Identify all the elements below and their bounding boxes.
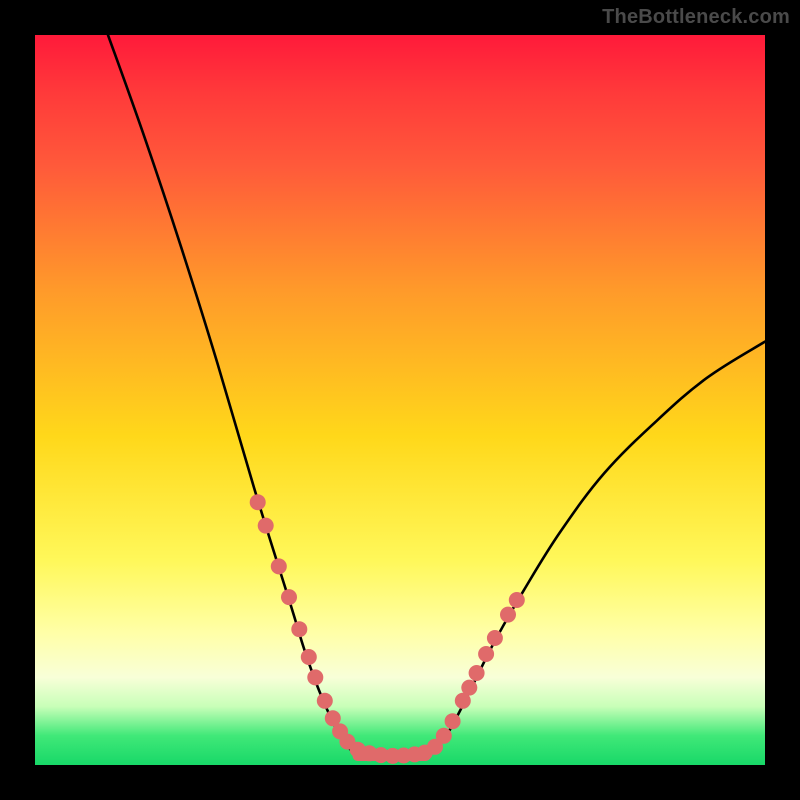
data-marker <box>317 693 333 709</box>
plot-area <box>35 35 765 765</box>
data-marker <box>509 592 525 608</box>
data-marker <box>500 607 516 623</box>
data-marker <box>258 518 274 534</box>
data-marker <box>461 680 477 696</box>
marker-group <box>250 494 525 764</box>
data-marker <box>436 728 452 744</box>
data-marker <box>271 558 287 574</box>
bottleneck-curve <box>108 35 765 757</box>
data-marker <box>281 589 297 605</box>
valley-bar <box>353 750 431 761</box>
chart-frame: TheBottleneck.com <box>0 0 800 800</box>
watermark-text: TheBottleneck.com <box>602 6 790 29</box>
data-marker <box>478 646 494 662</box>
data-marker <box>301 649 317 665</box>
curve-layer <box>35 35 765 765</box>
data-marker <box>291 621 307 637</box>
data-marker <box>307 669 323 685</box>
data-marker <box>445 713 461 729</box>
data-marker <box>469 665 485 681</box>
data-marker <box>487 630 503 646</box>
data-marker <box>250 494 266 510</box>
